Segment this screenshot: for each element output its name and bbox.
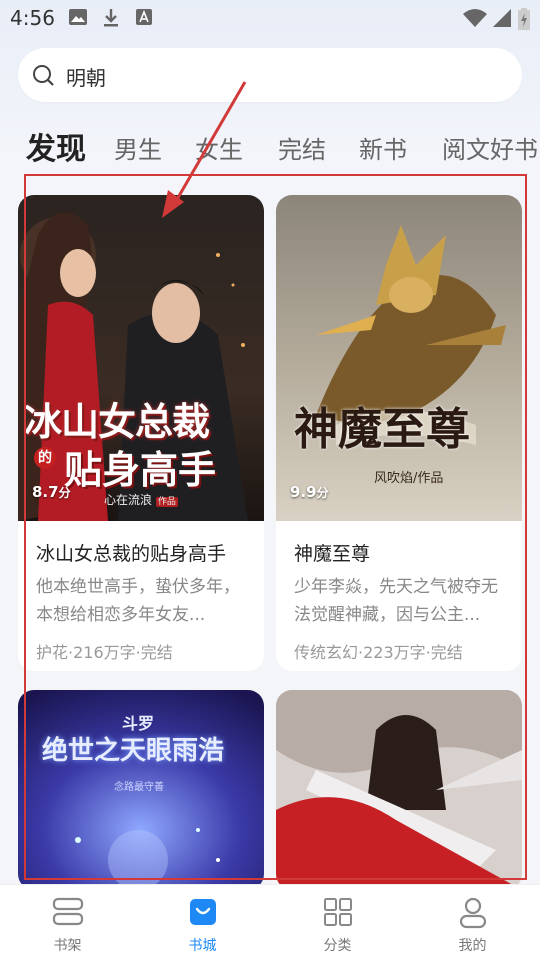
nav-category[interactable]: 分类 bbox=[270, 885, 405, 961]
book-card[interactable]: 神魔至尊 风吹焰/作品 9.9分 神魔至尊 少年李焱，先天之气被夺无法觉醒神藏，… bbox=[276, 195, 522, 671]
tab-yuewen-picks[interactable]: 阅文好书 bbox=[442, 130, 538, 165]
cover-subtitle-text: 贴身高手 bbox=[64, 447, 217, 492]
annotation-arrow-icon bbox=[162, 81, 247, 218]
nav-bookstore[interactable]: 书城 bbox=[135, 885, 270, 961]
book-card[interactable]: 斗罗 绝世之天眼雨浩 念路最守善 bbox=[18, 690, 264, 890]
book-cover[interactable]: 斗罗 绝世之天眼雨浩 念路最守善 bbox=[18, 690, 264, 890]
nav-profile[interactable]: 我的 bbox=[405, 885, 540, 961]
tab-discover[interactable]: 发现 bbox=[26, 124, 86, 168]
bookshelf-icon bbox=[52, 897, 83, 926]
rating-score: 9.9分 bbox=[290, 483, 329, 501]
book-description: 他本绝世高手，蛰伏多年，本想给相恋多年女友... bbox=[36, 577, 240, 625]
bookstore-bag-icon bbox=[189, 899, 216, 925]
book-cover[interactable]: 冰山女总裁 的 贴身高手 心在流浪 作品 8.7分 bbox=[18, 195, 264, 521]
book-meta: 传统玄幻·223万字·完结 bbox=[294, 643, 463, 662]
rating-score: 8.7分 bbox=[32, 483, 71, 501]
category-grid-icon bbox=[323, 898, 352, 926]
battery-charging-icon bbox=[518, 8, 530, 30]
book-title[interactable]: 神魔至尊 bbox=[294, 539, 370, 566]
cover-subtitle-small: 的 bbox=[34, 447, 56, 469]
gallery-notification-icon bbox=[69, 9, 87, 25]
search-bar[interactable]: 明朝 bbox=[18, 48, 522, 102]
search-input[interactable]: 明朝 bbox=[66, 62, 106, 91]
book-meta: 护花·216万字·完结 bbox=[36, 643, 173, 662]
book-card[interactable]: 冰山女总裁 的 贴身高手 心在流浪 作品 8.7分 冰山女总裁的贴身高手 他本绝… bbox=[18, 195, 264, 671]
book-card[interactable] bbox=[276, 690, 522, 890]
keyboard-a-notification-icon bbox=[136, 9, 152, 25]
nav-label: 分类 bbox=[323, 938, 352, 954]
wifi-icon bbox=[463, 9, 487, 27]
bottom-navigation: 书架 书城 分类 我的 bbox=[0, 884, 540, 961]
tab-new-books[interactable]: 新书 bbox=[359, 130, 407, 165]
book-description: 少年李焱，先天之气被夺无法觉醒神藏，因与公主... bbox=[294, 577, 498, 625]
book-cover[interactable]: 神魔至尊 风吹焰/作品 9.9分 bbox=[276, 195, 522, 521]
cover-author: 风吹焰/作品 bbox=[374, 471, 444, 486]
user-profile-icon bbox=[459, 897, 486, 929]
book-title[interactable]: 冰山女总裁的贴身高手 bbox=[36, 539, 226, 566]
status-time: 4:56 bbox=[10, 6, 55, 30]
nav-label: 我的 bbox=[458, 938, 487, 954]
nav-label: 书架 bbox=[53, 938, 82, 954]
search-icon bbox=[33, 65, 54, 86]
book-cover[interactable] bbox=[276, 690, 522, 890]
download-notification-icon bbox=[104, 9, 118, 27]
cover-author: 心在流浪 作品 bbox=[104, 493, 178, 507]
tab-completed[interactable]: 完结 bbox=[278, 130, 326, 165]
nav-bookshelf[interactable]: 书架 bbox=[0, 885, 135, 961]
category-tabs: 发现 男生 女生 完结 新书 阅文好书 bbox=[0, 122, 540, 172]
status-bar: 4:56 bbox=[0, 0, 540, 36]
cover-title-text: 绝世之天眼雨浩 bbox=[42, 736, 225, 766]
cover-title-text: 神魔至尊 bbox=[294, 404, 470, 455]
cover-title-text: 冰山女总裁 bbox=[24, 399, 210, 444]
nav-label: 书城 bbox=[188, 938, 217, 954]
cellular-signal-icon bbox=[493, 9, 511, 27]
cover-author: 念路最守善 bbox=[114, 782, 164, 793]
cover-art bbox=[276, 690, 522, 890]
